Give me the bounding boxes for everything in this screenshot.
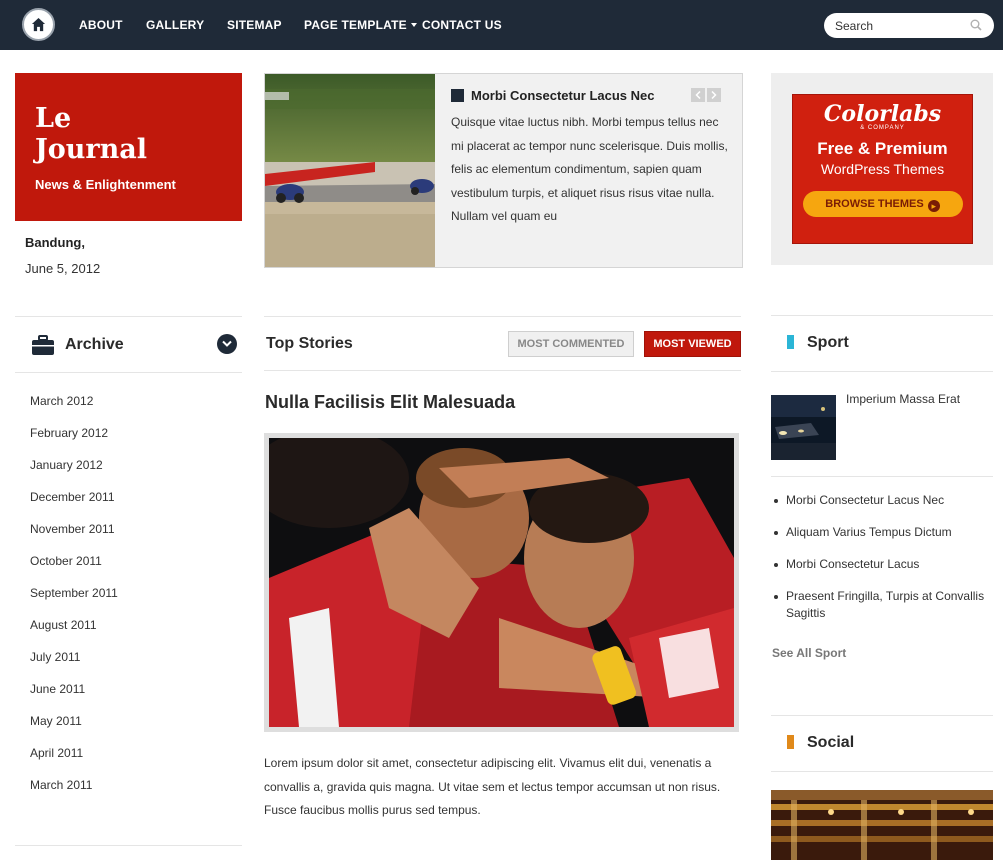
search-box bbox=[824, 13, 994, 38]
browse-themes-label: BROWSE THEMES bbox=[825, 198, 924, 210]
sport-header: Sport bbox=[771, 315, 993, 372]
most-commented-tab[interactable]: MOST COMMENTED bbox=[508, 331, 634, 357]
archive-header: Archive bbox=[15, 316, 242, 373]
ad-headline: Free & Premium bbox=[817, 139, 948, 158]
square-bullet-icon bbox=[451, 89, 464, 102]
slider-next-button[interactable] bbox=[707, 88, 721, 102]
archive-link[interactable]: March 2011 bbox=[30, 778, 118, 810]
briefcase-icon bbox=[32, 335, 54, 355]
current-date: June 5, 2012 bbox=[25, 261, 101, 276]
sport-list-item[interactable]: Morbi Consectetur Lacus bbox=[774, 556, 996, 573]
night-car-image bbox=[771, 395, 836, 460]
chevron-left-icon bbox=[695, 91, 701, 99]
location-city: Bandung, bbox=[25, 235, 85, 250]
slider-arrows bbox=[691, 88, 723, 107]
social-thumbnail[interactable] bbox=[771, 790, 993, 860]
sport-list-item[interactable]: Morbi Consectetur Lacus Nec bbox=[774, 492, 996, 509]
top-navigation-bar: ABOUT GALLERY SITEMAP PAGE TEMPLATE CONT… bbox=[0, 0, 1003, 50]
nav-page-template-label: PAGE TEMPLATE bbox=[304, 18, 407, 32]
chevron-right-icon bbox=[711, 91, 717, 99]
ad-brand: Colorlabs bbox=[823, 101, 942, 127]
archive-link[interactable]: August 2011 bbox=[30, 618, 118, 650]
site-tagline: News & Enlightenment bbox=[35, 177, 176, 192]
sport-list-item[interactable]: Aliquam Varius Tempus Dictum bbox=[774, 524, 996, 541]
sport-thumbnail[interactable] bbox=[771, 395, 836, 460]
top-stories-title: Top Stories bbox=[266, 335, 353, 352]
featured-title[interactable]: Morbi Consectetur Lacus Nec bbox=[451, 88, 731, 103]
story-image[interactable] bbox=[269, 438, 734, 727]
archive-link[interactable]: February 2012 bbox=[30, 426, 118, 458]
see-all-sport-link[interactable]: See All Sport bbox=[772, 646, 846, 660]
home-icon bbox=[31, 17, 46, 32]
section-marker-icon bbox=[787, 735, 794, 749]
divider bbox=[15, 845, 242, 846]
colorlabs-ad-banner[interactable]: Colorlabs & COMPANY Free & Premium WordP… bbox=[792, 94, 973, 244]
nav-sitemap[interactable]: SITEMAP bbox=[227, 18, 282, 32]
sport-list-item[interactable]: Praesent Fringilla, Turpis at Convallis … bbox=[774, 588, 996, 622]
browse-themes-button[interactable]: BROWSE THEMES ▸ bbox=[802, 191, 963, 217]
archive-title: Archive bbox=[65, 336, 124, 353]
arrow-right-icon: ▸ bbox=[927, 200, 940, 212]
football-celebration-image bbox=[269, 438, 734, 727]
archive-link[interactable]: March 2012 bbox=[30, 394, 118, 426]
nav-page-template[interactable]: PAGE TEMPLATE bbox=[304, 18, 417, 32]
site-title-line1: Le bbox=[35, 103, 72, 134]
archive-link[interactable]: April 2011 bbox=[30, 746, 118, 778]
nav-about[interactable]: ABOUT bbox=[79, 18, 123, 32]
site-title: Le Journal bbox=[35, 103, 222, 165]
advertisement-box: Colorlabs & COMPANY Free & Premium WordP… bbox=[771, 73, 993, 265]
chevron-down-icon bbox=[222, 340, 232, 347]
nav-gallery[interactable]: GALLERY bbox=[146, 18, 204, 32]
archive-link[interactable]: November 2011 bbox=[30, 522, 118, 554]
divider bbox=[771, 476, 993, 477]
archive-link[interactable]: December 2011 bbox=[30, 490, 118, 522]
sport-title: Sport bbox=[807, 334, 849, 351]
nav-contact-us[interactable]: CONTACT US bbox=[422, 18, 502, 32]
featured-image[interactable] bbox=[265, 74, 435, 267]
section-marker-icon bbox=[787, 335, 794, 349]
site-logo[interactable]: Le Journal News & Enlightenment bbox=[15, 73, 242, 221]
featured-text: Morbi Consectetur Lacus Nec Quisque vita… bbox=[451, 88, 731, 229]
ad-company: & COMPANY bbox=[860, 125, 905, 131]
home-button[interactable] bbox=[22, 8, 55, 41]
most-viewed-tab[interactable]: MOST VIEWED bbox=[644, 331, 741, 357]
search-input[interactable] bbox=[835, 17, 965, 34]
archive-link[interactable]: October 2011 bbox=[30, 554, 118, 586]
ad-subheadline: WordPress Themes bbox=[820, 161, 945, 177]
story-title[interactable]: Nulla Facilisis Elit Malesuada bbox=[265, 392, 515, 413]
social-header: Social bbox=[771, 715, 993, 772]
featured-excerpt: Quisque vitae luctus nibh. Morbi tempus … bbox=[451, 115, 728, 223]
sport-featured-link[interactable]: Imperium Massa Erat bbox=[846, 392, 960, 406]
archive-link[interactable]: July 2011 bbox=[30, 650, 118, 682]
archive-link[interactable]: September 2011 bbox=[30, 586, 118, 618]
featured-slider: Morbi Consectetur Lacus Nec Quisque vita… bbox=[264, 73, 743, 268]
site-title-line2: Journal bbox=[35, 134, 148, 165]
sport-list: Morbi Consectetur Lacus Nec Aliquam Vari… bbox=[774, 492, 996, 637]
archive-list: March 2012 February 2012 January 2012 De… bbox=[30, 394, 118, 810]
top-stories-header: Top Stories MOST COMMENTED MOST VIEWED bbox=[264, 316, 741, 371]
story-excerpt: Lorem ipsum dolor sit amet, consectetur … bbox=[264, 756, 721, 817]
featured-title-text: Morbi Consectetur Lacus Nec bbox=[471, 88, 655, 103]
archive-link[interactable]: June 2011 bbox=[30, 682, 118, 714]
archive-link[interactable]: January 2012 bbox=[30, 458, 118, 490]
story-image-frame bbox=[264, 433, 739, 732]
theater-interior-image bbox=[771, 790, 993, 860]
motorbike-race-image bbox=[265, 74, 435, 267]
slider-prev-button[interactable] bbox=[691, 88, 705, 102]
chevron-down-icon bbox=[410, 23, 417, 27]
archive-toggle-button[interactable] bbox=[217, 334, 237, 354]
archive-link[interactable]: May 2011 bbox=[30, 714, 118, 746]
social-title: Social bbox=[807, 734, 855, 751]
search-icon[interactable] bbox=[970, 19, 982, 31]
